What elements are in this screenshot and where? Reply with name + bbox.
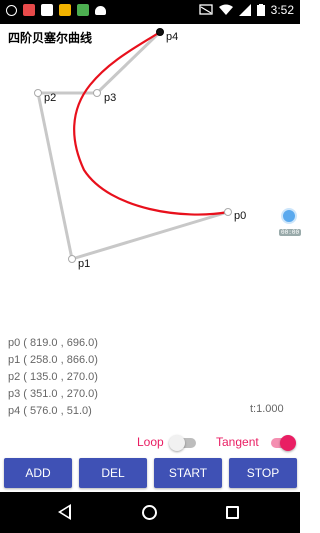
point-p2-handle[interactable] <box>34 89 42 97</box>
floating-timer-label: 00:00 <box>279 229 302 236</box>
del-button[interactable]: DEL <box>79 458 147 488</box>
bezier-curve <box>73 31 229 216</box>
floating-record-button[interactable] <box>281 208 297 224</box>
tangent-toggle-row: Tangent <box>216 432 300 452</box>
loop-label: Loop <box>137 435 164 449</box>
tangent-switch[interactable] <box>268 432 298 452</box>
coord-p2: p2 ( 135.0 , 270.0) <box>8 371 98 383</box>
point-p4-label: p4 <box>166 31 178 43</box>
loop-switch[interactable] <box>169 432 199 452</box>
loop-switch-thumb <box>169 435 185 451</box>
point-p3-label: p3 <box>104 92 116 104</box>
coord-p3: p3 ( 351.0 , 270.0) <box>8 388 98 400</box>
point-p4-handle[interactable] <box>156 28 164 36</box>
bezier-canvas[interactable]: p0 p1 p2 p3 p4 <box>0 0 300 533</box>
navigation-bar <box>0 492 300 533</box>
control-polygon <box>36 30 229 261</box>
recent-apps-icon[interactable] <box>226 506 239 519</box>
back-icon-inner <box>61 507 69 517</box>
point-p0-handle[interactable] <box>224 208 232 216</box>
tangent-switch-thumb <box>280 435 296 451</box>
add-button[interactable]: ADD <box>4 458 72 488</box>
point-p2-label: p2 <box>44 92 56 104</box>
start-button[interactable]: START <box>154 458 222 488</box>
coordinate-list: p0 ( 819.0 , 696.0) p1 ( 258.0 , 866.0) … <box>8 335 98 420</box>
point-p3-handle[interactable] <box>93 89 101 97</box>
coord-p0: p0 ( 819.0 , 696.0) <box>8 337 98 349</box>
tangent-label: Tangent <box>216 435 259 449</box>
t-value: t:1.000 <box>250 403 284 415</box>
coord-p4: p4 ( 576.0 , 51.0) <box>8 405 92 417</box>
stop-button[interactable]: STOP <box>229 458 297 488</box>
point-p1-label: p1 <box>78 258 90 270</box>
point-p1-handle[interactable] <box>68 255 76 263</box>
loop-toggle-row: Loop <box>137 432 197 452</box>
point-p0-label: p0 <box>234 210 246 222</box>
home-icon[interactable] <box>142 505 157 520</box>
coord-p1: p1 ( 258.0 , 866.0) <box>8 354 98 366</box>
